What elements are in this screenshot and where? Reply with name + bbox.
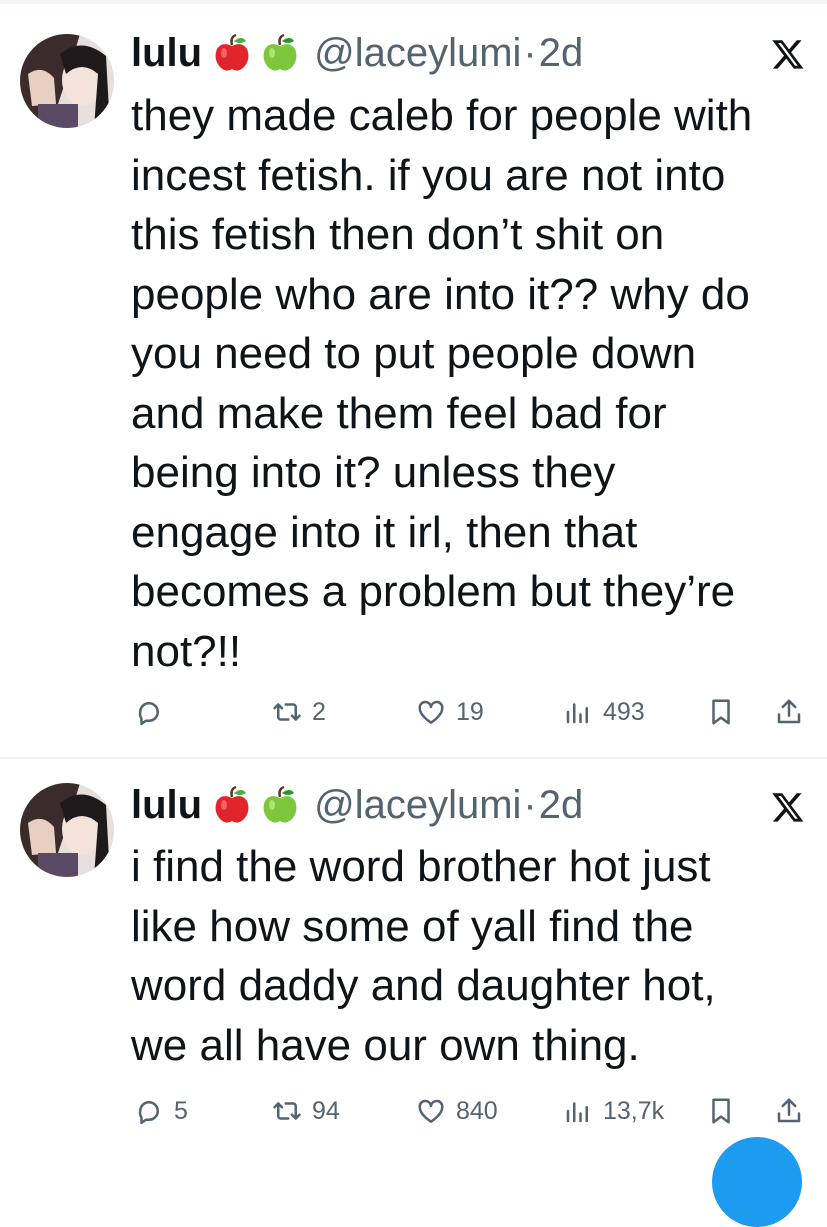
like-button[interactable]: 19 xyxy=(416,692,484,732)
avatar-image xyxy=(20,34,114,128)
repost-button[interactable]: 94 xyxy=(272,1091,340,1131)
like-icon xyxy=(416,1096,446,1126)
reply-button[interactable]: 5 xyxy=(134,1091,188,1131)
like-icon xyxy=(416,697,446,727)
reply-count: 5 xyxy=(174,1096,188,1125)
share-button[interactable] xyxy=(774,692,804,732)
views-icon xyxy=(563,697,593,727)
views-button[interactable]: 493 xyxy=(563,692,645,732)
tweet-text: i find the word brother hot just like ho… xyxy=(131,842,716,1070)
green-apple-emoji xyxy=(260,33,300,73)
reply-icon xyxy=(134,697,164,727)
like-button[interactable]: 840 xyxy=(416,1091,498,1131)
repost-icon xyxy=(272,1096,302,1126)
bookmark-icon xyxy=(706,1096,736,1126)
repost-icon xyxy=(272,697,302,727)
views-button[interactable]: 13,7k xyxy=(563,1091,664,1131)
x-logo-icon[interactable] xyxy=(771,37,805,71)
share-button[interactable] xyxy=(774,1091,804,1131)
timestamp[interactable]: 2d xyxy=(539,29,584,77)
tweet-header: lulu @laceylumi · 2d xyxy=(131,781,583,829)
share-icon xyxy=(774,697,804,727)
reply-icon xyxy=(134,1096,164,1126)
repost-count: 94 xyxy=(312,1096,340,1125)
tweet[interactable]: lulu @laceylumi · 2d i find the word bro… xyxy=(0,757,827,1154)
red-apple-emoji xyxy=(212,33,252,73)
separator-dot: · xyxy=(523,783,537,827)
tweet-header: lulu @laceylumi · 2d xyxy=(131,29,583,77)
like-count: 840 xyxy=(456,1096,498,1125)
red-apple-emoji xyxy=(212,785,252,825)
tweet-actions: 5 94 840 13,7k xyxy=(0,1091,827,1131)
user-handle[interactable]: @laceylumi xyxy=(314,29,521,77)
views-icon xyxy=(563,1096,593,1126)
bookmark-button[interactable] xyxy=(706,1091,736,1131)
share-icon xyxy=(774,1096,804,1126)
compose-fab-button[interactable] xyxy=(712,1137,802,1227)
timestamp[interactable]: 2d xyxy=(539,781,584,829)
bookmark-button[interactable] xyxy=(706,692,736,732)
tweet[interactable]: lulu @laceylumi · 2d they made caleb for… xyxy=(0,0,827,757)
display-name[interactable]: lulu xyxy=(131,781,202,829)
reply-button[interactable] xyxy=(134,692,174,732)
repost-button[interactable]: 2 xyxy=(272,692,326,732)
avatar[interactable] xyxy=(20,34,114,128)
like-count: 19 xyxy=(456,697,484,726)
views-count: 13,7k xyxy=(603,1096,665,1125)
views-count: 493 xyxy=(603,697,645,726)
bookmark-icon xyxy=(706,697,736,727)
display-name[interactable]: lulu xyxy=(131,29,202,77)
repost-count: 2 xyxy=(312,697,326,726)
avatar[interactable] xyxy=(20,783,114,877)
green-apple-emoji xyxy=(260,785,300,825)
tweet-text: they made caleb for people with incest f… xyxy=(131,91,753,676)
avatar-image xyxy=(20,783,114,877)
x-logo-icon[interactable] xyxy=(771,790,805,824)
separator-dot: · xyxy=(523,31,537,75)
user-handle[interactable]: @laceylumi xyxy=(314,781,521,829)
tweet-actions: 2 19 493 xyxy=(0,692,827,732)
